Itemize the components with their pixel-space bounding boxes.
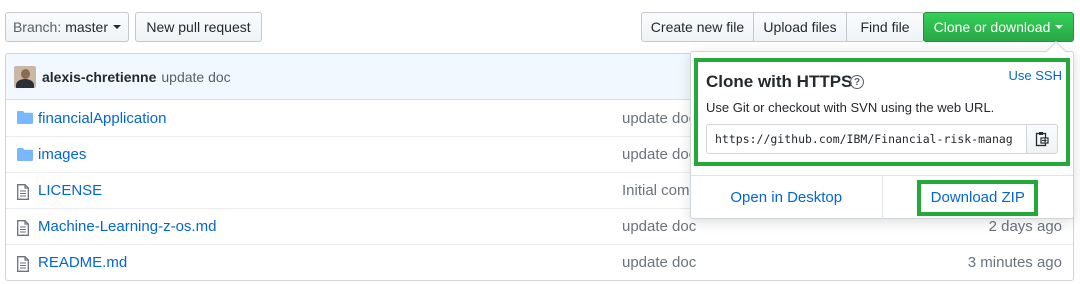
open-in-desktop-button[interactable]: Open in Desktop — [691, 176, 882, 219]
download-zip-cell: Download ZIP — [881, 176, 1074, 219]
file-commit-message[interactable]: update doc — [622, 110, 696, 127]
file-age: 2 days ago — [988, 218, 1062, 235]
clone-description: Use Git or checkout with SVN using the w… — [706, 100, 995, 115]
commit-author[interactable]: alexis-chretienne — [42, 69, 156, 85]
download-zip-button[interactable]: Download ZIP — [931, 189, 1025, 206]
file-name-link[interactable]: README.md — [38, 254, 127, 271]
file-name-link[interactable]: Machine-Learning-z-os.md — [38, 218, 216, 235]
file-commit-message[interactable]: update doc — [622, 254, 696, 271]
clone-https-highlight: Clone with HTTPS ? Use SSH Use Git or ch… — [694, 58, 1070, 166]
branch-prefix: Branch: — [12, 19, 62, 35]
clone-popover-footer: Open in Desktop Download ZIP — [691, 175, 1073, 219]
use-ssh-link[interactable]: Use SSH — [1009, 68, 1062, 83]
file-icon — [17, 256, 29, 275]
file-commit-message[interactable]: update doc — [622, 146, 696, 163]
upload-files-button[interactable]: Upload files — [754, 12, 847, 42]
clipboard-icon — [1035, 132, 1049, 147]
clone-title: Clone with HTTPS — [706, 72, 853, 91]
question-icon[interactable]: ? — [850, 75, 864, 89]
file-name-link[interactable]: images — [38, 146, 86, 163]
file-commit-message[interactable]: update doc — [622, 218, 696, 235]
avatar[interactable] — [14, 65, 36, 88]
folder-icon — [17, 111, 33, 127]
file-name-link[interactable]: LICENSE — [38, 182, 102, 199]
clone-url-input[interactable]: https://github.com/IBM/Financial-risk-ma… — [706, 124, 1027, 154]
commit-message[interactable]: update doc — [161, 69, 230, 85]
file-actions-group: Create new file Upload files Find file — [641, 12, 924, 42]
clone-or-download-button[interactable]: Clone or download — [923, 12, 1074, 42]
clone-popover: Clone with HTTPS ? Use SSH Use Git or ch… — [690, 41, 1074, 219]
chevron-down-icon — [113, 25, 122, 29]
clone-button-label: Clone or download — [933, 19, 1051, 35]
file-icon — [17, 184, 29, 203]
create-new-file-button[interactable]: Create new file — [641, 12, 754, 42]
branch-select-button[interactable]: Branch: master — [5, 12, 129, 42]
folder-icon — [17, 148, 33, 164]
copy-url-button[interactable] — [1026, 124, 1058, 154]
branch-name: master — [65, 19, 109, 35]
table-row: README.md update doc 3 minutes ago — [6, 244, 1073, 280]
chevron-down-icon — [1055, 25, 1064, 29]
file-age: 3 minutes ago — [967, 254, 1062, 271]
find-file-button[interactable]: Find file — [847, 12, 924, 42]
file-name-link[interactable]: financialApplication — [38, 110, 166, 127]
new-pull-request-button[interactable]: New pull request — [135, 12, 262, 42]
file-commit-message[interactable]: Initial com — [622, 182, 690, 199]
file-icon — [17, 220, 29, 239]
